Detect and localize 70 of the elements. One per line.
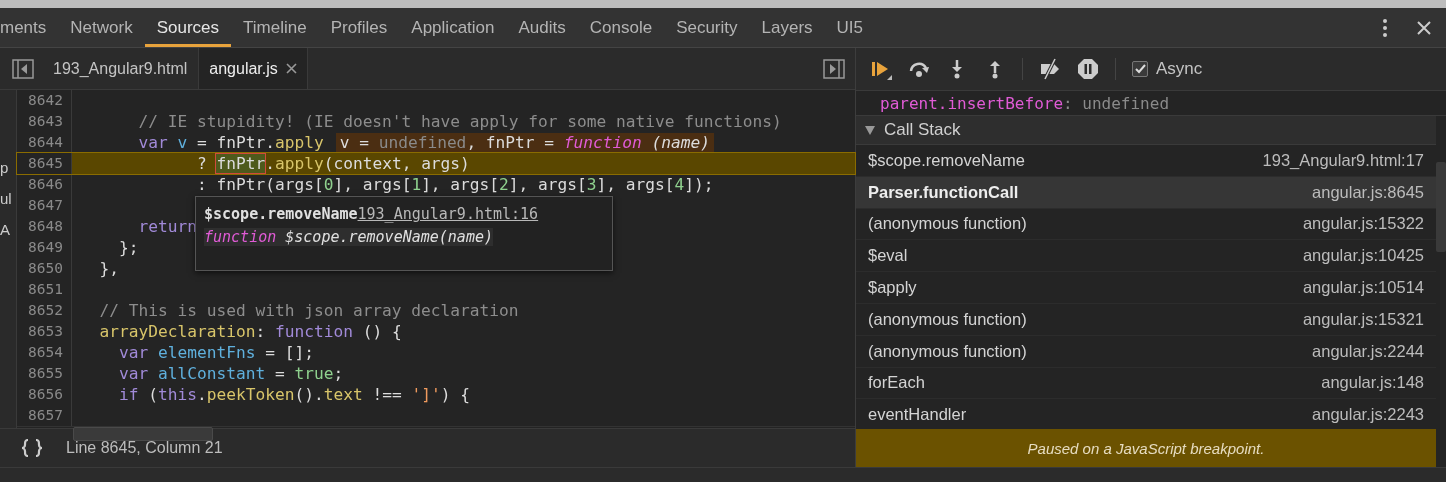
function-signature: function $scope.removeName(name) <box>204 228 493 246</box>
tooltip-title: $scope.removeName <box>204 205 358 223</box>
file-tab[interactable]: 193_Angular9.html <box>34 48 199 89</box>
scope-variable: parent.insertBefore: undefined <box>880 93 1169 113</box>
panel-tab[interactable]: Audits <box>506 8 578 47</box>
source-link[interactable]: 193_Angular9.html:16 <box>357 205 539 223</box>
panel-tab[interactable]: Layers <box>749 8 825 47</box>
line-number: 8645 <box>17 153 72 174</box>
code-line: var elementFns = []; <box>117 343 314 362</box>
inline-value: v = undefined, fnPtr = function (name) <box>335 133 715 152</box>
frame-location: angular.js:15321 <box>1302 309 1424 329</box>
frame-location: angular.js:148 <box>1321 373 1424 393</box>
frame-name: $scope.removeName <box>868 150 1025 170</box>
panel-tab[interactable]: Network <box>58 8 145 47</box>
file-tab[interactable]: angular.js <box>198 48 308 89</box>
debugger-toggle-icon[interactable] <box>823 58 845 79</box>
code-line: // This is used with json array declaration <box>98 301 519 320</box>
code-line: var allConstant = true; <box>117 364 344 383</box>
code-line: // IE stupidity! (IE doesn't have apply for some native functions) <box>137 112 782 131</box>
code-line: }; <box>117 238 139 257</box>
frame-name: $eval <box>868 246 908 266</box>
frame-name: $apply <box>868 278 917 298</box>
frame-location: angular.js:10425 <box>1302 246 1424 266</box>
code-line: if (this.peekToken().text !== ']') { <box>117 385 470 404</box>
frame-name: eventHandler <box>868 405 967 425</box>
section-header[interactable]: Call Stack <box>856 116 1436 145</box>
disclosure-triangle-icon[interactable] <box>864 124 876 136</box>
sidebar-item[interactable]: ul <box>0 188 16 209</box>
section-title: Call Stack <box>884 120 961 140</box>
pause-icon[interactable] <box>1077 58 1099 80</box>
checkbox-label: Async <box>1156 59 1203 79</box>
sidebar-toggle-icon[interactable] <box>12 58 34 79</box>
frame-name: (anonymous function) <box>868 309 1027 329</box>
code-line: }, <box>98 259 119 278</box>
frame-location: angular.js:10514 <box>1302 278 1424 298</box>
code-line: ? fnPtr.apply(context, args) <box>195 154 470 173</box>
code-line: : fnPtr(args[0], args[1], args[2], args[3], args[4]); <box>195 175 714 194</box>
more-icon[interactable] <box>1382 17 1388 38</box>
frame-location: angular.js:15322 <box>1302 214 1424 234</box>
call-frame[interactable]: Parser.functionCall angular.js:8645 <box>856 176 1436 209</box>
panel-tab[interactable]: Profiles <box>318 8 400 47</box>
panel-tab[interactable]: Timeline <box>231 8 319 47</box>
pretty-print-icon[interactable] <box>20 439 44 457</box>
frame-name: (anonymous function) <box>868 341 1027 361</box>
scrollbar-thumb[interactable] <box>73 427 213 441</box>
panel-tab[interactable]: Application <box>399 8 507 47</box>
panel-tab[interactable]: Console <box>577 8 665 47</box>
code-line: return <box>137 217 197 236</box>
cursor-position: Line 8645, Column 21 <box>66 439 223 457</box>
panel-tab[interactable]: Security <box>664 8 750 47</box>
code-line: arrayDeclaration: function () { <box>98 322 402 341</box>
async-checkbox[interactable] <box>1132 61 1148 77</box>
sidebar-item[interactable]: A <box>0 219 16 240</box>
frame-name: forEach <box>868 373 925 393</box>
code-line: var v = fnPtr.apply <box>137 133 324 152</box>
sidebar-item[interactable]: p <box>0 157 16 178</box>
line-number: 8646 <box>17 174 72 195</box>
close-icon[interactable] <box>1416 19 1432 36</box>
close-icon[interactable] <box>285 63 297 74</box>
frame-location: angular.js:8645 <box>1312 182 1424 202</box>
deactivate-breakpoints-icon[interactable] <box>1039 58 1061 80</box>
frame-location: 193_Angular9.html:17 <box>1262 150 1424 170</box>
frame-location: angular.js:2244 <box>1312 341 1424 361</box>
frame-location: angular.js:2243 <box>1312 405 1424 425</box>
line-number: 8644 <box>17 132 72 153</box>
paused-message: Paused on a JavaScript breakpoint. <box>1027 439 1265 457</box>
panel-tab[interactable]: ments <box>0 8 59 47</box>
frame-name: (anonymous function) <box>868 214 1027 234</box>
panel-tab[interactable]: UI5 <box>824 8 876 47</box>
frame-name: Parser.functionCall <box>868 182 1019 202</box>
